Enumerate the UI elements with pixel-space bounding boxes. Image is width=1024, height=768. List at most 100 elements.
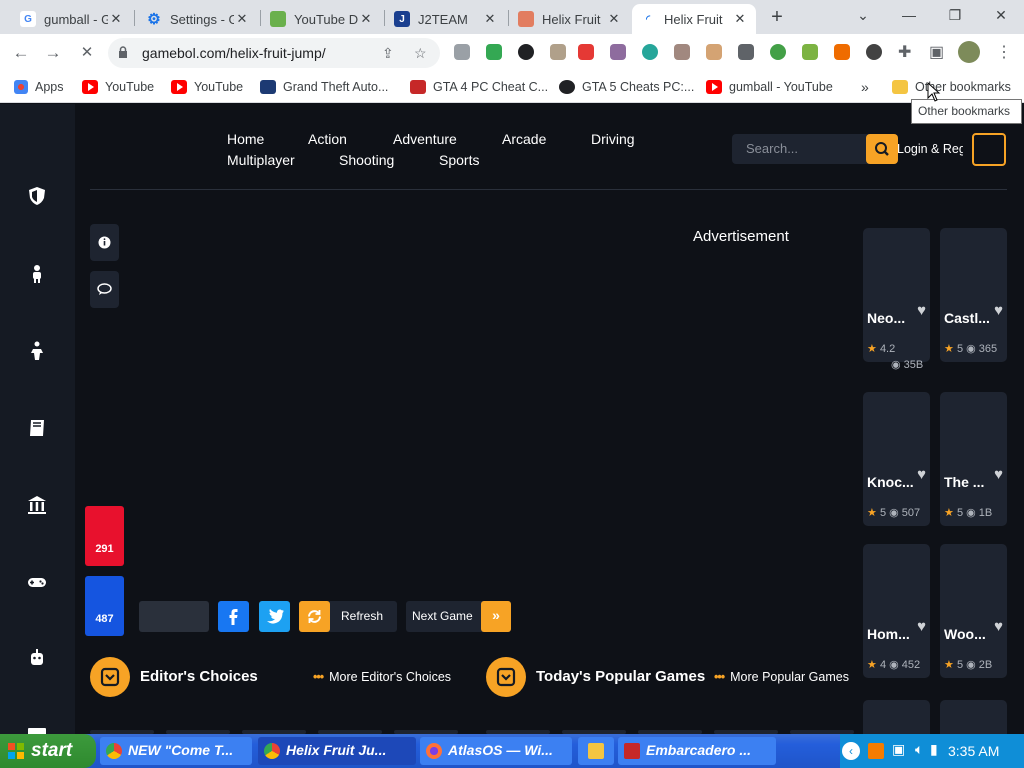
heart-icon[interactable]: ♥ [917,466,926,483]
bookmark-gta4-cheats[interactable]: GTA 4 PC Cheat C... [410,78,548,96]
bookmark-gta[interactable]: Grand Theft Auto... [260,78,388,96]
heart-icon[interactable]: ♥ [994,302,1003,319]
extension-icon[interactable] [738,44,754,60]
fullscreen-placeholder[interactable] [139,601,209,632]
tray-expand-icon[interactable]: ‹ [842,742,860,760]
extension-icon[interactable] [486,44,502,60]
share-icon[interactable]: ⇪ [382,45,394,62]
tab-j2team[interactable]: J J2TEAM ✕ [386,4,506,34]
bookmark-youtube-2[interactable]: YouTube [171,78,243,96]
bookmark-gumball-youtube[interactable]: gumball - YouTube [706,78,833,96]
mail-icon[interactable] [27,724,47,734]
tab-settings[interactable]: ⚙ Settings - G ✕ [138,4,258,34]
more-menu-icon[interactable]: ⋮ [996,42,1012,62]
extension-icon[interactable] [834,44,850,60]
extension-icon[interactable] [550,44,566,60]
heart-icon[interactable]: ♥ [917,618,926,635]
nav-adventure[interactable]: Adventure [393,131,457,147]
heart-icon[interactable]: ♥ [994,466,1003,483]
dislike-button[interactable]: 487 [85,576,124,636]
robot-icon[interactable] [27,648,47,668]
heart-icon[interactable]: ♥ [994,618,1003,635]
extension-icon[interactable] [610,44,626,60]
restore-button[interactable]: ❐ [932,0,978,34]
game-card[interactable] [863,700,930,734]
taskbar-item-atlasos[interactable]: AtlasOS — Wi... [420,737,572,765]
shield-icon[interactable] [27,186,47,206]
game-card[interactable]: Knoc... ♥ ★ 5 ◉ 507 [863,392,930,526]
comment-button[interactable] [90,271,119,308]
side-panel-icon[interactable]: ▣ [929,42,944,62]
nav-arcade[interactable]: Arcade [502,131,546,147]
extensions-puzzle-icon[interactable]: ✚ [898,42,911,62]
taskbar-item-explorer[interactable] [578,737,614,765]
taskbar-item-helix[interactable]: Helix Fruit Ju... [258,737,416,765]
window-close-button[interactable]: ✕ [978,0,1024,34]
tab-helix-fruit-active[interactable]: ◜ Helix Fruit ✕ [632,4,756,34]
nav-sports[interactable]: Sports [439,152,479,168]
close-icon[interactable]: ✕ [606,11,622,27]
nav-action[interactable]: Action [308,131,347,147]
network-icon[interactable]: ▣ [892,741,905,758]
next-game-button[interactable]: Next Game » [406,601,511,632]
stop-loading-button[interactable]: ✕ [74,40,100,66]
extension-icon[interactable] [770,44,786,60]
close-icon[interactable]: ✕ [234,11,250,27]
game-card[interactable] [940,700,1007,734]
refresh-button[interactable]: Refresh [299,601,397,632]
like-button[interactable]: 291 [85,506,124,566]
tray-app-icon[interactable] [868,743,884,759]
tab-gumball[interactable]: G gumball - G ✕ [12,4,132,34]
menu-button[interactable] [972,133,1006,166]
nav-shooting[interactable]: Shooting [339,152,394,168]
address-bar[interactable]: gamebol.com/helix-fruit-jump/ ⇪ ☆ [108,38,440,68]
nav-home[interactable]: Home [227,131,264,147]
back-button[interactable]: ← [8,40,34,66]
nav-driving[interactable]: Driving [591,131,635,147]
extension-icon[interactable] [674,44,690,60]
game-card[interactable]: The ... ♥ ★ 5 ◉ 1B [940,392,1007,526]
bookmarks-overflow-chevron[interactable]: » [861,78,869,96]
nav-multiplayer[interactable]: Multiplayer [227,152,295,168]
book-icon[interactable] [27,418,47,438]
twitter-share-button[interactable] [259,601,290,632]
tab-youtube-downloader[interactable]: YouTube D ✕ [262,4,382,34]
close-icon[interactable]: ✕ [732,11,748,27]
heart-icon[interactable]: ♥ [917,302,926,319]
taskbar-item-chrome-new[interactable]: NEW "Come T... [100,737,252,765]
game-card[interactable]: Woo... ♥ ★ 5 ◉ 2B [940,544,1007,678]
start-button[interactable]: start [0,734,96,768]
search-input[interactable]: Search... [732,134,898,164]
login-register-link[interactable]: Login & Regi [897,142,963,156]
volume-icon[interactable]: 🔈︎ [915,741,923,758]
new-tab-button[interactable]: + [764,4,790,30]
gamepad-icon[interactable] [27,572,47,592]
profile-avatar[interactable] [958,41,980,63]
bookmark-star-icon[interactable]: ☆ [414,45,427,62]
more-editors-choices-link[interactable]: ••• More Editor's Choices [313,670,451,684]
taskbar-item-embarcadero[interactable]: Embarcadero ... [618,737,776,765]
tab-helix-fruit[interactable]: Helix Fruit ✕ [510,4,630,34]
extension-icon[interactable] [578,44,594,60]
close-icon[interactable]: ✕ [358,11,374,27]
extension-icon[interactable] [866,44,882,60]
facebook-share-button[interactable] [218,601,249,632]
bookmark-gta5-cheats[interactable]: GTA 5 Cheats PC:... [559,78,694,96]
info-button[interactable] [90,224,119,261]
close-icon[interactable]: ✕ [108,11,124,27]
extension-icon[interactable] [454,44,470,60]
forward-button[interactable]: → [40,40,66,66]
bookmark-other[interactable]: Other bookmarks [892,78,1011,96]
bookmark-youtube-1[interactable]: YouTube [82,78,154,96]
game-card[interactable]: Neo... ♥ ★ 4.2 ◉ 35B [863,228,930,371]
extension-icon[interactable] [706,44,722,60]
extension-icon[interactable] [802,44,818,60]
extension-icon[interactable] [642,44,658,60]
battery-icon[interactable]: ▮ [930,741,938,758]
museum-icon[interactable] [27,495,47,515]
search-button[interactable] [866,134,898,164]
person-icon[interactable] [27,264,47,284]
tab-search-icon[interactable]: ⌄ [840,0,886,34]
bookmark-apps[interactable]: Apps [14,78,64,96]
game-card[interactable]: Hom... ♥ ★ 4 ◉ 452 [863,544,930,678]
